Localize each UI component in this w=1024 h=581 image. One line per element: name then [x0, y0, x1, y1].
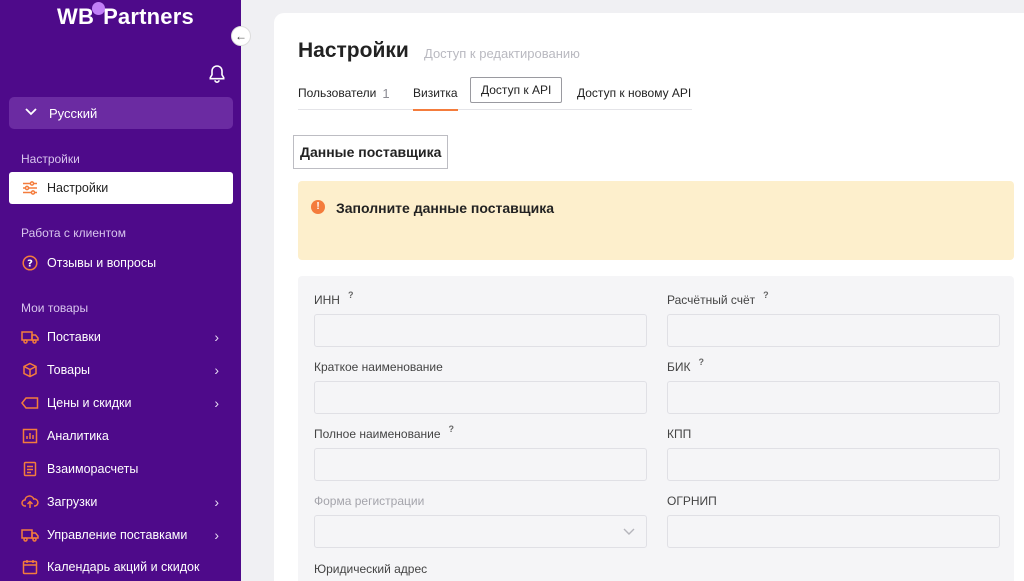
chevron-right-icon: › — [214, 362, 219, 378]
sidebar-item-label: Поставки — [47, 330, 101, 344]
chart-icon — [21, 427, 39, 445]
legal-address-label: Юридический адрес — [314, 562, 427, 576]
ogrnip-label-text: ОГРНИП — [667, 494, 717, 508]
chevron-right-icon: › — [214, 395, 219, 411]
tab-business-card[interactable]: Визитка — [413, 76, 458, 111]
upload-cloud-icon — [21, 493, 39, 511]
document-icon — [21, 460, 39, 478]
bell-icon[interactable] — [207, 64, 227, 84]
account-label: Расчётный счёт ? — [667, 290, 769, 307]
sidebar-item-label: Управление поставками — [47, 528, 188, 542]
sidebar-item-label: Цены и скидки — [47, 396, 132, 410]
page-title: Настройки — [298, 39, 409, 62]
sidebar-item-settlements[interactable]: Взаиморасчеты — [9, 453, 233, 485]
kpp-label-text: КПП — [667, 427, 692, 441]
kpp-input[interactable] — [667, 448, 1000, 481]
warning-icon: ! — [311, 200, 325, 214]
tab-label: Доступ к новому API — [577, 86, 692, 100]
bik-label: БИК ? — [667, 357, 705, 374]
language-label: Русский — [49, 105, 98, 121]
help-icon[interactable]: ? — [348, 290, 354, 300]
chevron-down-icon — [622, 524, 636, 538]
sidebar-item-label: Товары — [47, 363, 90, 377]
question-circle-icon: ? — [21, 254, 39, 272]
ogrnip-input[interactable] — [667, 515, 1000, 548]
sidebar-item-label: Загрузки — [47, 495, 98, 509]
sidebar-item-prices[interactable]: Цены и скидки › — [9, 387, 233, 419]
reg-form-select[interactable] — [314, 515, 647, 548]
legal-address-label-text: Юридический адрес — [314, 562, 428, 576]
section-my-goods: Мои товары — [21, 301, 89, 315]
sidebar-item-goods[interactable]: Товары › — [9, 354, 233, 386]
supplier-form: ИНН ? Расчётный счёт ? Краткое наименова… — [298, 276, 1014, 581]
logo-wb: WB — [57, 4, 95, 29]
short-name-label-text: Краткое наименование — [314, 360, 443, 374]
box-icon — [21, 361, 39, 379]
tabs-bar: Пользователи 1 Визитка Доступ к API Дост… — [298, 76, 692, 111]
truck-manage-icon — [21, 526, 39, 544]
short-name-input[interactable] — [314, 381, 647, 414]
chevron-down-icon — [25, 107, 39, 119]
tab-count: 1 — [382, 85, 390, 101]
fill-supplier-alert: ! Заполните данные поставщика — [298, 181, 1014, 260]
svg-text:?: ? — [27, 259, 33, 270]
tab-label: Пользователи — [298, 86, 377, 100]
price-tag-icon — [21, 394, 39, 412]
language-selector[interactable]: Русский — [9, 97, 233, 129]
sidebar-item-uploads[interactable]: Загрузки › — [9, 486, 233, 518]
ogrnip-label: ОГРНИП — [667, 494, 717, 508]
full-name-label-text: Полное наименование — [314, 427, 441, 441]
inn-label: ИНН ? — [314, 290, 354, 307]
tab-api-access[interactable]: Доступ к API — [470, 77, 563, 103]
kpp-label: КПП — [667, 427, 691, 441]
truck-icon — [21, 328, 39, 346]
inn-label-text: ИНН — [314, 293, 340, 307]
sidebar-item-settings[interactable]: Настройки — [9, 172, 233, 204]
sliders-icon — [21, 179, 39, 197]
sidebar-item-label: Аналитика — [47, 429, 109, 443]
section-settings: Настройки — [21, 152, 80, 166]
chevron-right-icon: › — [214, 527, 219, 543]
chevron-right-icon: › — [214, 329, 219, 345]
page-subtitle: Доступ к редактированию — [424, 46, 580, 61]
tab-new-api-access[interactable]: Доступ к новому API — [577, 76, 691, 110]
account-label-text: Расчётный счёт — [667, 293, 756, 307]
help-icon[interactable]: ? — [449, 424, 455, 434]
sidebar-item-promo-calendar[interactable]: Календарь акций и скидок — [9, 551, 233, 581]
chevron-right-icon: › — [214, 494, 219, 510]
logo[interactable]: WB Partners — [57, 4, 194, 30]
bik-label-text: БИК — [667, 360, 691, 374]
sidebar-item-supplies[interactable]: Поставки › — [9, 321, 233, 353]
full-name-input[interactable] — [314, 448, 647, 481]
sidebar-item-supply-management[interactable]: Управление поставками › — [9, 519, 233, 551]
reg-form-label-text: Форма регистрации — [314, 494, 425, 508]
sidebar-item-label: Взаиморасчеты — [47, 462, 139, 476]
account-input[interactable] — [667, 314, 1000, 347]
sidebar-item-label: Настройки — [47, 181, 109, 195]
sidebar-item-label: Календарь акций и скидок — [47, 560, 200, 574]
sidebar-item-reviews[interactable]: ? Отзывы и вопросы — [9, 247, 233, 279]
help-icon[interactable]: ? — [699, 357, 705, 367]
supplier-data-heading: Данные поставщика — [293, 135, 449, 169]
logo-partners: Partners — [103, 4, 194, 29]
sidebar-item-analytics[interactable]: Аналитика — [9, 420, 233, 452]
calendar-icon — [21, 558, 39, 576]
section-client-work: Работа с клиентом — [21, 226, 126, 240]
main-panel: Настройки Доступ к редактированию Пользо… — [274, 13, 1024, 581]
reg-form-label: Форма регистрации — [314, 494, 424, 508]
tab-label: Доступ к API — [481, 83, 552, 97]
sidebar-item-label: Отзывы и вопросы — [47, 256, 157, 270]
alert-text: Заполните данные поставщика — [336, 200, 554, 216]
tab-users[interactable]: Пользователи 1 — [298, 76, 390, 110]
full-name-label: Полное наименование ? — [314, 424, 455, 441]
tab-label: Визитка — [413, 86, 458, 100]
inn-input[interactable] — [314, 314, 647, 347]
short-name-label: Краткое наименование — [314, 360, 443, 374]
bik-input[interactable] — [667, 381, 1000, 414]
help-icon[interactable]: ? — [763, 290, 769, 300]
sidebar: WB Partners Русский Настройки Настройки Р… — [0, 0, 241, 581]
logo-dot — [92, 2, 105, 15]
collapse-sidebar-button[interactable]: ← — [231, 26, 251, 46]
